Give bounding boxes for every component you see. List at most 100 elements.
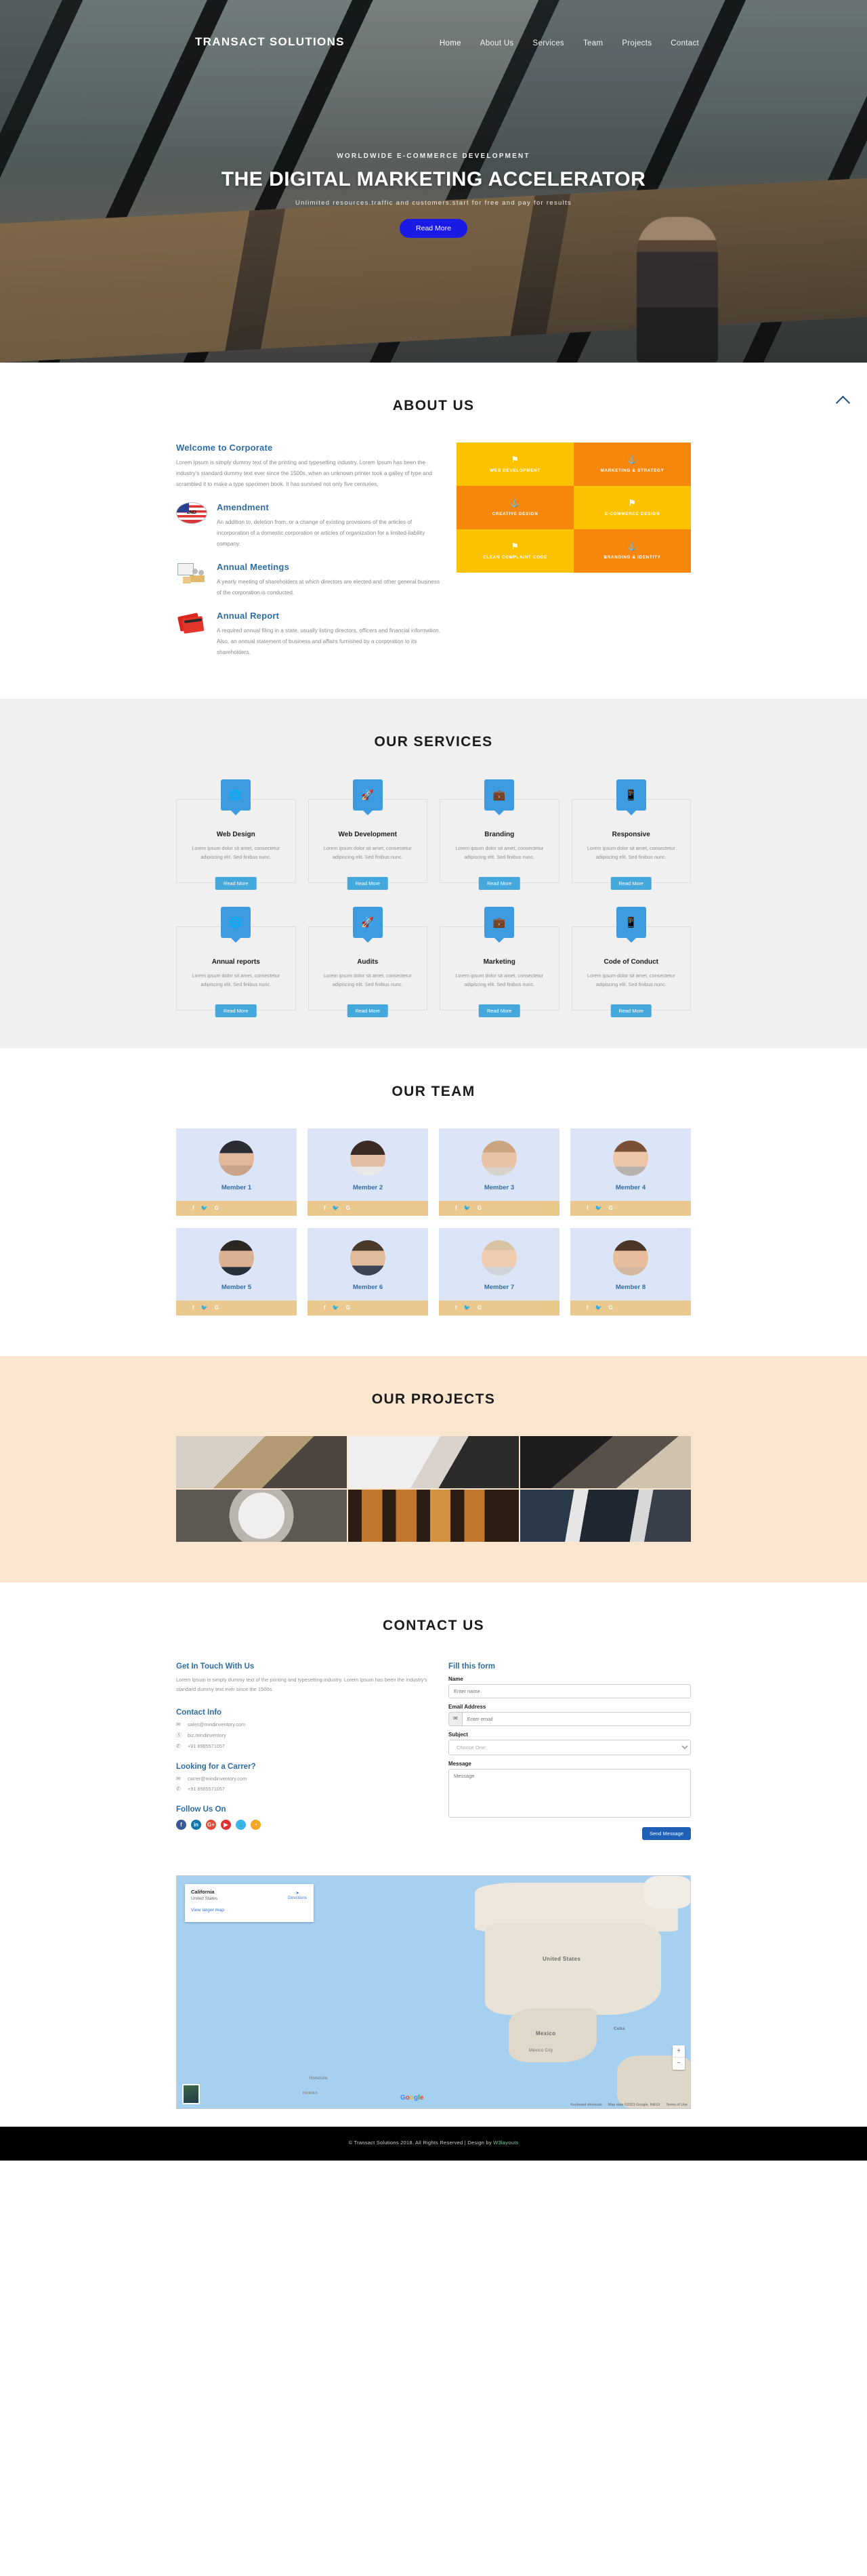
service-read-more-button[interactable]: Read More	[478, 876, 520, 890]
project-camera-in-hands-photo[interactable]	[348, 1435, 519, 1488]
contact-info-skype[interactable]: Ⓢ biz.mindinventory	[176, 1732, 434, 1739]
zoom-out-button[interactable]: −	[673, 2058, 685, 2070]
team-member-socials: f 🐦 G	[439, 1200, 559, 1216]
youtube-icon[interactable]: ▶	[221, 1820, 231, 1831]
project-businessmen-suits-photo[interactable]	[520, 1489, 691, 1542]
service-read-more-button[interactable]: Read More	[347, 1004, 389, 1017]
tile-creative-design[interactable]: ⚓ CREATIVE DESIGN	[457, 486, 574, 529]
tile-branding-identity[interactable]: ⚓ BRANDING & IDENTITY	[574, 529, 691, 573]
scroll-to-top-icon[interactable]	[834, 391, 852, 409]
zoom-in-button[interactable]: +	[673, 2045, 685, 2058]
twitter-icon[interactable]: 🐦	[201, 1205, 208, 1211]
trophy-icon: ⚑	[628, 498, 637, 508]
project-leather-belts-photo[interactable]	[348, 1489, 519, 1542]
nav-item-projects[interactable]: Projects	[622, 39, 652, 47]
map-label-cuba: Cuba	[614, 2026, 625, 2031]
email-input[interactable]	[461, 1711, 691, 1726]
facebook-icon[interactable]: f	[455, 1305, 457, 1311]
designer-link[interactable]: W3layouts	[493, 2140, 518, 2146]
facebook-icon[interactable]: f	[192, 1305, 194, 1311]
twitter-icon[interactable]: 🐦	[333, 1205, 339, 1211]
send-message-button[interactable]: Send Message	[641, 1826, 691, 1840]
keyboard-shortcuts-link[interactable]: Keyboard shortcuts	[570, 2103, 601, 2107]
avatar	[219, 1140, 254, 1176]
project-wrist-watch-photo[interactable]	[176, 1489, 347, 1542]
service-read-more-button[interactable]: Read More	[215, 876, 257, 890]
tile-ecommerce-design[interactable]: ⚑ E-COMMERCE DESIGN	[574, 486, 691, 529]
avatar	[219, 1240, 254, 1275]
directions-button[interactable]: ➤ Directions	[288, 1891, 307, 1900]
tile-web-development[interactable]: ⚑ WEB DEVELOPMENT	[457, 443, 574, 486]
about-item-text: A required annual filing in a state, usu…	[217, 627, 440, 655]
team-member-socials: f 🐦 G	[439, 1300, 559, 1315]
twitter-icon[interactable]: 🐦	[464, 1305, 471, 1311]
terms-of-use-link[interactable]: Terms of Use	[666, 2103, 688, 2107]
career-email[interactable]: ✉ carrer@mindinventory.com	[176, 1776, 434, 1782]
team-member-card: Member 8 f 🐦 G	[570, 1227, 691, 1315]
message-textarea[interactable]	[448, 1768, 691, 1818]
nav-item-contact[interactable]: Contact	[671, 39, 699, 47]
twitter-icon[interactable]: 🐦	[201, 1305, 208, 1311]
google-plus-icon[interactable]: G	[215, 1205, 219, 1211]
rss-icon[interactable]: ◔	[251, 1820, 261, 1831]
view-larger-map-link[interactable]: View larger map	[191, 1908, 308, 1913]
nav-item-services[interactable]: Services	[532, 39, 564, 47]
project-laptop-on-desk-photo[interactable]	[520, 1435, 691, 1488]
map-satellite-thumbnail[interactable]	[182, 2083, 200, 2104]
google-plus-icon[interactable]: G	[609, 1305, 613, 1311]
facebook-icon[interactable]: f	[176, 1820, 186, 1831]
nav-item-about-us[interactable]: About Us	[480, 39, 514, 47]
google-plus-icon[interactable]: G	[478, 1205, 482, 1211]
services-row-1: 🌐 Web Design Lorem ipsum dolor sit amet,…	[176, 779, 691, 890]
service-read-more-button[interactable]: Read More	[215, 1004, 257, 1017]
tile-marketing-strategy[interactable]: ⚓ MARKETING & STRATEGY	[574, 443, 691, 486]
project-desk-workspace-photo[interactable]	[176, 1435, 347, 1488]
subject-field-label: Subject	[448, 1731, 468, 1738]
site-logo[interactable]: TRANSACT SOLUTIONS	[195, 35, 345, 49]
service-read-more-button[interactable]: Read More	[610, 876, 652, 890]
name-input[interactable]	[448, 1683, 691, 1698]
directions-label: Directions	[288, 1895, 307, 1900]
twitter-icon[interactable]: 🐦	[236, 1820, 246, 1831]
google-plus-icon[interactable]: G	[478, 1305, 482, 1311]
avatar	[350, 1140, 385, 1176]
google-plus-icon[interactable]: G	[346, 1205, 350, 1211]
about-item-title: Annual Report	[217, 610, 280, 621]
career-phone[interactable]: ✆ +91 8985571057	[176, 1786, 434, 1792]
subject-select[interactable]: Choose One:	[448, 1739, 691, 1755]
contact-info-value: +91 8985571057	[188, 1743, 225, 1750]
map-data-text: Map data ©2021 Google, INEGI	[608, 2102, 660, 2107]
facebook-icon[interactable]: f	[587, 1305, 589, 1311]
google-plus-icon[interactable]: G	[346, 1305, 350, 1311]
google-plus-icon[interactable]: G	[215, 1305, 219, 1311]
google-map[interactable]: United States Mexico Cuba Mexico City Ho…	[176, 1875, 691, 2109]
facebook-icon[interactable]: f	[455, 1205, 457, 1211]
google-plus-icon[interactable]: G+	[206, 1820, 216, 1831]
twitter-icon[interactable]: 🐦	[595, 1305, 602, 1311]
facebook-icon[interactable]: f	[324, 1205, 326, 1211]
facebook-icon[interactable]: f	[587, 1205, 589, 1211]
service-read-more-button[interactable]: Read More	[478, 1004, 520, 1017]
map-label-mexico: Mexico	[536, 2030, 556, 2037]
facebook-icon[interactable]: f	[192, 1205, 194, 1211]
about-item-title: Amendment	[217, 502, 269, 512]
rocket-icon: 🚀	[352, 906, 383, 938]
google-plus-icon[interactable]: G	[609, 1205, 613, 1211]
twitter-icon[interactable]: 🐦	[595, 1205, 602, 1211]
service-title: Web Design	[216, 830, 255, 838]
facebook-icon[interactable]: f	[324, 1305, 326, 1311]
contact-info-email[interactable]: ✉ sales@mindinventory.com	[176, 1721, 434, 1727]
linkedin-icon[interactable]: in	[191, 1820, 201, 1831]
hero-banner: TRANSACT SOLUTIONS Home About Us Service…	[0, 0, 867, 363]
social-links: f in G+ ▶ 🐦 ◔	[176, 1820, 434, 1831]
tile-clean-complaint-code[interactable]: ⚑ CLEAN COMPLAINT CODE	[457, 529, 574, 573]
twitter-icon[interactable]: 🐦	[464, 1205, 471, 1211]
service-read-more-button[interactable]: Read More	[610, 1004, 652, 1017]
get-in-touch-text: Lorem Ipsum is simply dummy text of the …	[176, 1676, 427, 1693]
nav-item-team[interactable]: Team	[583, 39, 603, 47]
nav-item-home[interactable]: Home	[440, 39, 461, 47]
hero-read-more-button[interactable]: Read More	[400, 219, 467, 238]
contact-info-phone[interactable]: ✆ +91 8985571057	[176, 1743, 434, 1749]
service-read-more-button[interactable]: Read More	[347, 876, 389, 890]
twitter-icon[interactable]: 🐦	[333, 1305, 339, 1311]
